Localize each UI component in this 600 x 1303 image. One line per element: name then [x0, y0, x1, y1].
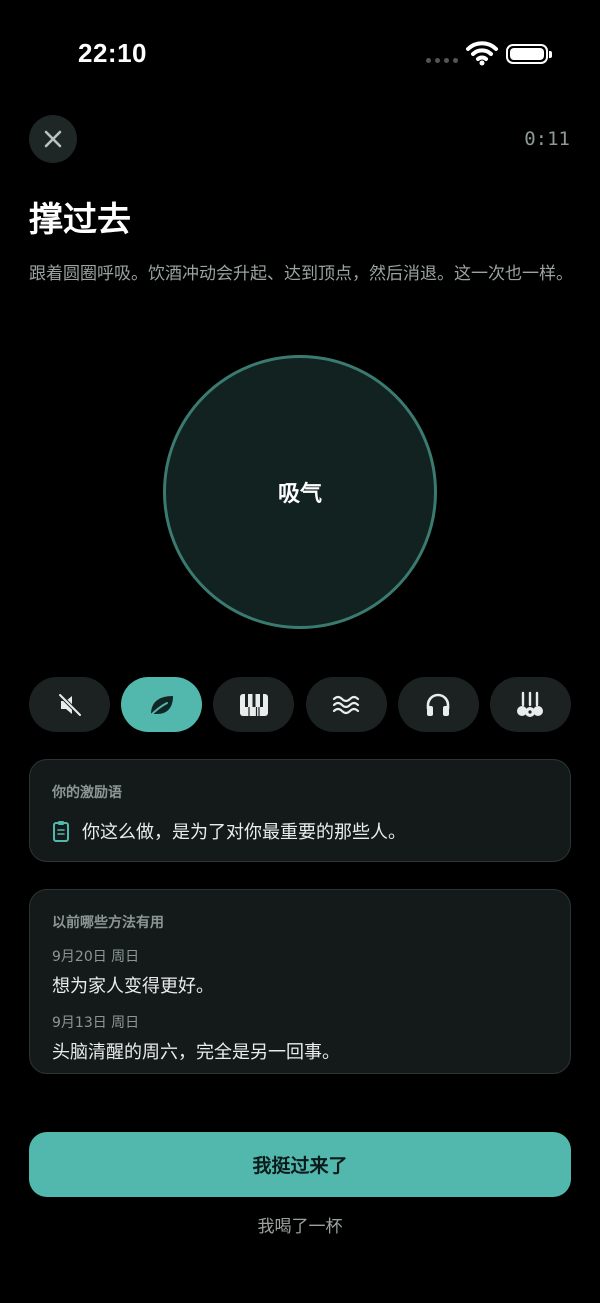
cellular-signal-icon	[426, 58, 458, 63]
sound-guitar-button[interactable]	[489, 677, 571, 732]
history-card-title: 以前哪些方法有用	[52, 915, 164, 931]
page-title: 撑过去	[29, 200, 131, 240]
motivation-text: 你这么做，是为了对你最重要的那些人。	[82, 822, 406, 843]
page-description: 跟着圆圈呼吸。饮酒冲动会升起、达到顶点，然后消退。这一次也一样。	[29, 264, 573, 284]
piano-icon	[239, 693, 268, 716]
wifi-icon	[466, 41, 498, 66]
headphones-icon	[426, 693, 450, 716]
sound-headphones-button[interactable]	[397, 677, 479, 732]
mute-speaker-icon	[58, 693, 81, 716]
sound-selector	[29, 677, 571, 732]
history-entry-date: 9月20日 周日	[52, 949, 140, 965]
session-timer: 0:11	[524, 128, 570, 150]
made-it-through-button[interactable]: 我挺过来了	[29, 1132, 571, 1197]
status-time: 22:10	[78, 38, 147, 68]
history-entry: 9月13日 周日 头脑清醒的周六，完全是另一回事。	[52, 1012, 548, 1064]
clipboard-icon	[53, 821, 69, 842]
history-entry-text: 头脑清醒的周六，完全是另一回事。	[52, 1042, 340, 1063]
sound-mute-button[interactable]	[29, 677, 110, 732]
sound-waves-button[interactable]	[305, 677, 387, 732]
breathing-circle: 吸气	[163, 355, 437, 629]
motivation-card: 你的激励语 你这么做，是为了对你最重要的那些人。	[29, 759, 571, 862]
history-entry-date: 9月13日 周日	[52, 1015, 140, 1031]
motivation-card-title: 你的激励语	[52, 785, 122, 801]
close-button[interactable]	[29, 115, 77, 163]
history-card: 以前哪些方法有用 9月20日 周日 想为家人变得更好。 9月13日 周日 头脑清…	[29, 889, 571, 1074]
breath-phase-label: 吸气	[277, 482, 322, 507]
history-entry: 9月20日 周日 想为家人变得更好。	[52, 946, 548, 998]
waves-icon	[332, 695, 360, 714]
guitar-icon	[517, 691, 544, 717]
history-entry-text: 想为家人变得更好。	[52, 976, 214, 997]
sound-piano-button[interactable]	[213, 677, 295, 732]
close-icon	[44, 130, 62, 148]
sound-nature-button[interactable]	[121, 677, 203, 732]
had-a-drink-link[interactable]: 我喝了一杯	[0, 1212, 600, 1237]
battery-icon	[506, 44, 552, 64]
leaf-icon	[148, 695, 173, 717]
